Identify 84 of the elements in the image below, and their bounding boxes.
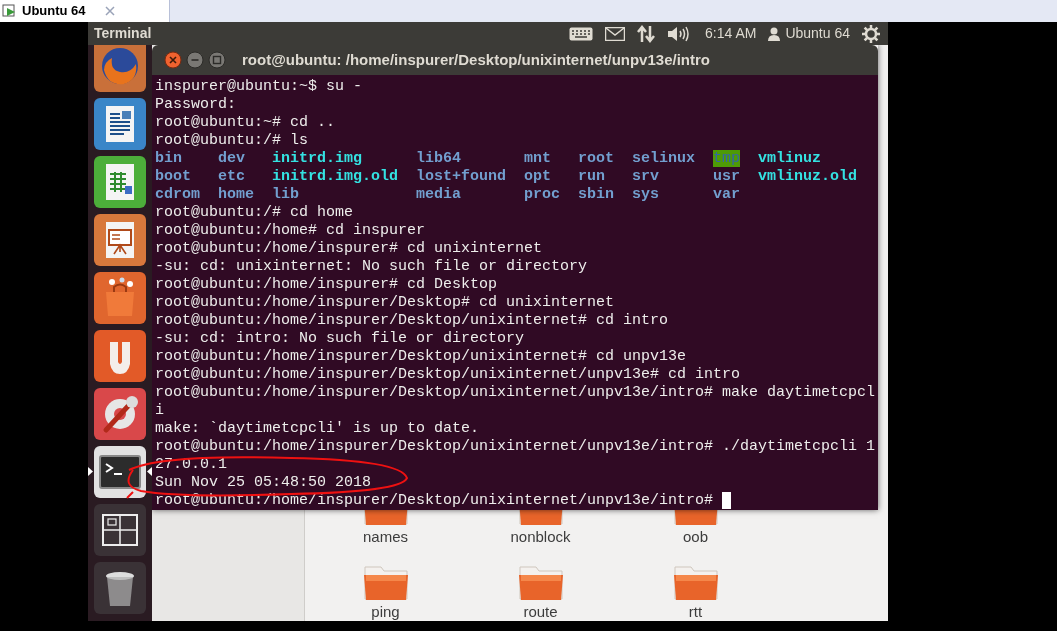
folder-name[interactable]: oob xyxy=(683,529,708,545)
terminal-line: root@ubuntu:/home# cd inspurer xyxy=(155,222,426,240)
file-name: cdrom xyxy=(155,186,200,203)
file-name: lib xyxy=(272,186,299,203)
tab-title: Ubuntu 64 xyxy=(22,2,86,21)
wrench-gear-icon[interactable] xyxy=(94,388,146,440)
terminal-line: make: `daytimetcpcli' is up to date. xyxy=(155,420,480,438)
file-name: etc xyxy=(218,168,245,185)
maximize-button[interactable] xyxy=(208,51,226,69)
terminal-line: root@ubuntu:/home/inspurer/Desktop/unixinternet# cd intro xyxy=(155,312,669,330)
window-title: root@ubuntu: /home/inspurer/Desktop/unixinternet/unpv13e/intro xyxy=(242,49,710,70)
folder-icon[interactable] xyxy=(517,510,564,526)
folder-icon[interactable] xyxy=(362,510,409,526)
folder-name[interactable]: ping xyxy=(371,604,400,620)
network-icon[interactable] xyxy=(637,24,655,43)
settings-icon[interactable] xyxy=(862,24,880,43)
minimize-button[interactable] xyxy=(186,51,204,69)
file-name: initrd.img.old xyxy=(272,168,399,185)
file-name: lost+found xyxy=(416,168,507,185)
terminal-prompt: root@ubuntu:/home/inspurer/Desktop/unixinternet/unpv13e/intro# xyxy=(155,492,714,510)
file-name: home xyxy=(218,186,254,203)
terminal-line: root@ubuntu:/home/inspurer# cd unixinternet xyxy=(155,240,543,258)
file-name: mnt xyxy=(524,150,552,167)
file-name: dev xyxy=(218,150,245,167)
folder-icon[interactable] xyxy=(517,563,564,601)
terminal-line: root@ubuntu:/# ls xyxy=(155,132,309,150)
terminal-line: root@ubuntu:/home/inspurer/Desktop# cd unixinternet xyxy=(155,294,615,312)
shopping-bag-icon[interactable] xyxy=(94,272,146,324)
folder-icon[interactable] xyxy=(362,563,409,601)
terminal-line: root@ubuntu:~# cd .. xyxy=(155,114,336,132)
terminal-line: root@ubuntu:/home/inspurer/Desktop/unixinternet/unpv13e/intro# ./daytimetcpcli 1 xyxy=(155,438,876,456)
text-cursor xyxy=(722,492,732,509)
terminal-line: i xyxy=(155,402,164,420)
cup-shape-icon[interactable] xyxy=(94,330,146,382)
clock[interactable]: 6:14 AM xyxy=(705,23,757,44)
file-name: usr xyxy=(713,168,741,185)
user-name[interactable]: Ubuntu 64 xyxy=(785,23,850,44)
folder-name[interactable]: rtt xyxy=(688,604,703,620)
terminal-line: Sun Nov 25 05:48:50 2018 xyxy=(155,474,372,492)
file-name: srv xyxy=(632,168,660,185)
folder-name[interactable]: nonblock xyxy=(510,529,571,545)
file-name: initrd.img xyxy=(272,150,362,167)
close-button[interactable] xyxy=(164,51,182,69)
terminal-line: root@ubuntu:/home/inspurer# cd Desktop xyxy=(155,276,498,294)
file-name: lib64 xyxy=(416,150,462,167)
workspace-switcher-icon[interactable] xyxy=(94,504,146,556)
file-name: opt xyxy=(524,168,552,185)
folder-name[interactable]: route xyxy=(523,604,558,620)
browser-icon[interactable] xyxy=(94,45,146,92)
file-name: selinux xyxy=(632,150,696,167)
terminal-line: inspurer@ubuntu:~$ su - xyxy=(155,78,363,96)
trash-icon[interactable] xyxy=(94,562,146,614)
vm-tab[interactable]: Ubuntu 64 xyxy=(0,0,170,22)
file-name: sbin xyxy=(578,186,615,203)
vm-icon xyxy=(2,3,18,19)
terminal-line: root@ubuntu:/home/inspurer/Desktop/unixinternet/unpv13e/intro# make daytimetcpcl xyxy=(155,384,876,402)
user-icon[interactable] xyxy=(768,26,781,41)
keyboard-icon[interactable] xyxy=(569,26,593,41)
terminal-line: -su: cd: unixinternet: No such file or directory xyxy=(155,258,588,276)
terminal-line: root@ubuntu:/# cd home xyxy=(155,204,354,222)
terminal-icon[interactable] xyxy=(94,446,146,498)
presentation-icon[interactable] xyxy=(94,214,146,266)
terminal-line: root@ubuntu:/home/inspurer/Desktop/unixinternet/unpv13e# cd intro xyxy=(155,366,741,384)
terminal-line: -su: cd: intro: No such file or directory xyxy=(155,330,525,348)
file-name: vmlinuz.old xyxy=(758,168,858,185)
file-name: var xyxy=(713,186,741,203)
file-name: proc xyxy=(524,186,561,203)
file-name: media xyxy=(416,186,462,203)
terminal-line: root@ubuntu:/home/inspurer/Desktop/unixinternet# cd unpv13e xyxy=(155,348,687,366)
folder-icon[interactable] xyxy=(672,510,719,526)
file-name: root xyxy=(578,150,615,167)
file-name: boot xyxy=(155,168,191,185)
terminal-line: Password: xyxy=(155,96,236,114)
spreadsheet-icon[interactable] xyxy=(94,156,146,208)
file-name: tmp xyxy=(713,150,741,167)
mail-icon[interactable] xyxy=(605,26,625,41)
file-name: vmlinuz xyxy=(758,150,822,167)
file-name: run xyxy=(578,168,606,185)
folder-name[interactable]: names xyxy=(363,529,408,545)
app-name: Terminal xyxy=(94,24,152,43)
document-icon[interactable] xyxy=(94,98,146,150)
file-name: bin xyxy=(155,150,182,167)
folder-icon[interactable] xyxy=(672,563,719,601)
file-name: sys xyxy=(632,186,660,203)
